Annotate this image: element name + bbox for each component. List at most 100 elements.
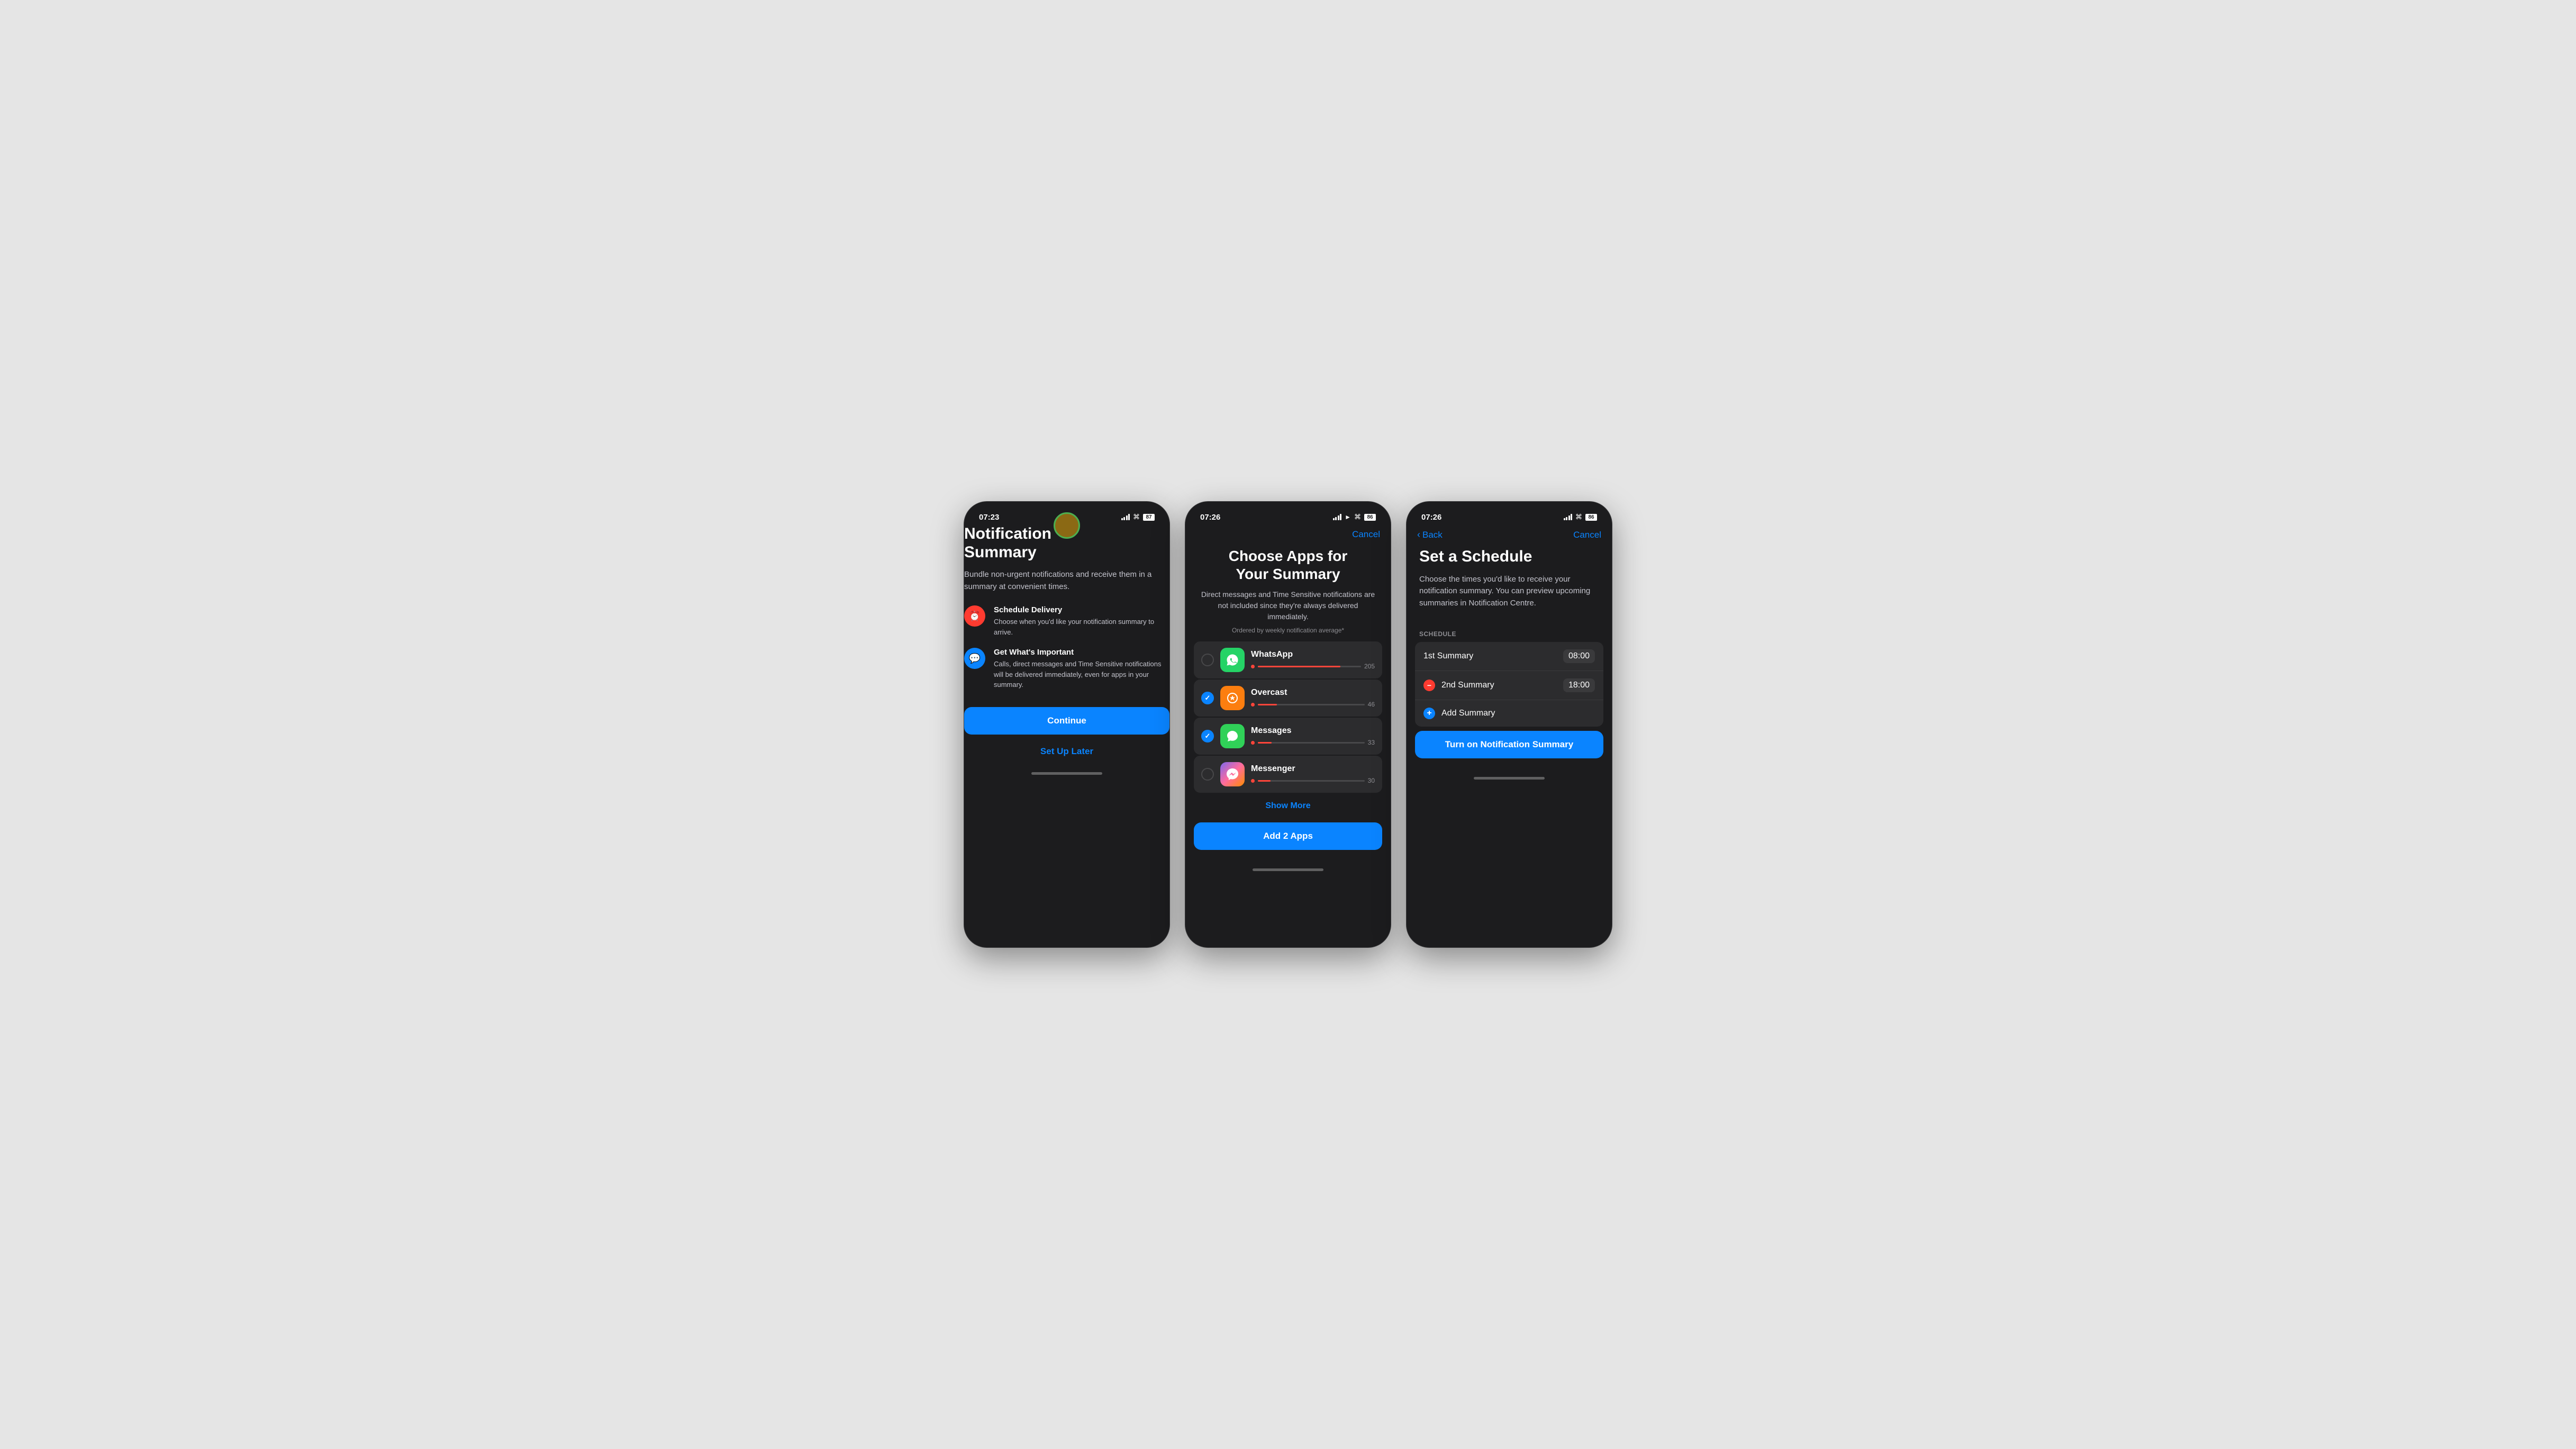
overcast-bar-fill: [1258, 704, 1277, 705]
setup-later-button[interactable]: Set Up Later: [964, 742, 1169, 761]
cancel-button-2[interactable]: Cancel: [1352, 529, 1380, 540]
phone1-subtitle: Bundle non-urgent notifications and rece…: [964, 569, 1169, 593]
summary-row-2[interactable]: − 2nd Summary 18:00: [1415, 671, 1603, 700]
summary-2-time[interactable]: 18:00: [1563, 678, 1595, 692]
messages-bar-dot: [1251, 741, 1255, 745]
battery-2: 86: [1364, 514, 1376, 521]
avatar: [1054, 512, 1080, 539]
bottom-area-3: Turn on Notification Summary: [1407, 727, 1612, 766]
overcast-name: Overcast: [1251, 688, 1375, 698]
important-text: Get What's Important Calls, direct messa…: [994, 648, 1169, 690]
location-icon: ►: [1345, 513, 1351, 521]
overcast-checkbox[interactable]: [1201, 692, 1214, 704]
signal-icon: [1121, 514, 1130, 520]
phone-1: 07:23 ⌘ 87 Notification Summary Bundle n…: [964, 501, 1170, 948]
whatsapp-checkbox[interactable]: [1201, 654, 1214, 666]
summary-1-time[interactable]: 08:00: [1563, 649, 1595, 663]
messages-checkbox[interactable]: [1201, 730, 1214, 742]
messenger-info: Messenger 30: [1251, 764, 1375, 784]
phone2-title: Choose Apps for Your Summary: [1185, 547, 1391, 583]
time-1: 07:23: [979, 513, 999, 522]
battery-1: 87: [1143, 514, 1155, 521]
overcast-icon: [1220, 686, 1245, 710]
phone2-content: Cancel Choose Apps for Your Summary Dire…: [1185, 525, 1391, 857]
schedule-title: Schedule Delivery: [994, 605, 1169, 614]
messenger-checkbox[interactable]: [1201, 768, 1214, 781]
add-summary-row[interactable]: + Add Summary: [1415, 700, 1603, 727]
back-label: Back: [1422, 530, 1443, 540]
whatsapp-count: 205: [1364, 663, 1375, 670]
summary-2-label: 2nd Summary: [1441, 681, 1557, 690]
app-row-messenger[interactable]: Messenger 30: [1194, 756, 1382, 793]
phone-2: 07:26 ► ⌘ 86 Cancel Choose Apps for Your…: [1185, 501, 1391, 948]
summary-row-1[interactable]: 1st Summary 08:00: [1415, 642, 1603, 671]
schedule-section-label: SCHEDULE: [1407, 622, 1612, 642]
whatsapp-bar-track: [1258, 666, 1361, 667]
continue-button[interactable]: Continue: [964, 707, 1169, 735]
wifi-icon: ⌘: [1133, 513, 1140, 521]
messages-icon: [1220, 724, 1245, 748]
add-apps-button[interactable]: Add 2 Apps: [1194, 822, 1382, 850]
whatsapp-name: WhatsApp: [1251, 650, 1375, 659]
home-bar: [1031, 772, 1102, 775]
app-row-whatsapp[interactable]: WhatsApp 205: [1194, 641, 1382, 678]
important-title: Get What's Important: [994, 648, 1169, 657]
phone3-title: Set a Schedule: [1419, 548, 1599, 566]
feature-schedule: ⏰ Schedule Delivery Choose when you'd li…: [964, 605, 1169, 637]
messenger-name: Messenger: [1251, 764, 1375, 774]
messages-bar-row: 33: [1251, 739, 1375, 746]
important-desc: Calls, direct messages and Time Sensitiv…: [994, 659, 1169, 690]
battery-3: 86: [1585, 514, 1597, 521]
back-button[interactable]: ‹ Back: [1417, 529, 1443, 540]
status-bar-2: 07:26 ► ⌘ 86: [1185, 502, 1391, 525]
app-row-overcast[interactable]: Overcast 46: [1194, 680, 1382, 717]
feature-important: 💬 Get What's Important Calls, direct mes…: [964, 648, 1169, 690]
overcast-info: Overcast 46: [1251, 688, 1375, 708]
bottom-area-2: Add 2 Apps: [1185, 818, 1391, 857]
messages-bar-fill: [1258, 742, 1272, 744]
messages-info: Messages 33: [1251, 726, 1375, 746]
overcast-count: 46: [1368, 701, 1375, 708]
home-indicator-2: [1185, 857, 1391, 875]
schedule-list: 1st Summary 08:00 − 2nd Summary 18:00 + …: [1415, 642, 1603, 727]
nav-bar-2: Cancel: [1185, 525, 1391, 547]
wifi-icon-3: ⌘: [1575, 513, 1582, 521]
turn-on-button[interactable]: Turn on Notification Summary: [1415, 731, 1603, 758]
remove-summary-2-button[interactable]: −: [1423, 680, 1435, 691]
messenger-bar-track: [1258, 780, 1365, 782]
add-summary-label: Add Summary: [1441, 709, 1595, 718]
phone3-subtitle: Choose the times you'd like to receive y…: [1419, 574, 1599, 610]
ordered-label: Ordered by weekly notification average*: [1185, 627, 1391, 634]
messenger-icon: [1220, 762, 1245, 786]
messenger-bar-row: 30: [1251, 777, 1375, 784]
messenger-bar-fill: [1258, 780, 1271, 782]
status-icons-1: ⌘ 87: [1121, 513, 1155, 521]
important-icon: 💬: [964, 648, 985, 669]
phone-3: 07:26 ⌘ 86 ‹ Back Cancel Set a Schedule …: [1406, 501, 1612, 948]
schedule-desc: Choose when you'd like your notification…: [994, 617, 1169, 637]
whatsapp-bar-row: 205: [1251, 663, 1375, 670]
wifi-icon-2: ⌘: [1354, 513, 1361, 521]
show-more-button[interactable]: Show More: [1185, 794, 1391, 818]
app-row-messages[interactable]: Messages 33: [1194, 718, 1382, 755]
schedule-text: Schedule Delivery Choose when you'd like…: [994, 605, 1169, 637]
signal-icon-3: [1564, 514, 1573, 520]
messages-name: Messages: [1251, 726, 1375, 736]
messenger-count: 30: [1368, 777, 1375, 784]
signal-icon-2: [1333, 514, 1342, 520]
home-indicator-3: [1407, 766, 1612, 784]
time-2: 07:26: [1200, 513, 1220, 522]
add-summary-icon: +: [1423, 708, 1435, 719]
cancel-button-3[interactable]: Cancel: [1573, 530, 1601, 540]
phone3-body: Set a Schedule Choose the times you'd li…: [1407, 548, 1612, 609]
overcast-bar-dot: [1251, 703, 1255, 707]
status-icons-2: ► ⌘ 86: [1333, 513, 1376, 521]
whatsapp-bar-dot: [1251, 665, 1255, 668]
status-icons-3: ⌘ 86: [1564, 513, 1598, 521]
whatsapp-bar-fill: [1258, 666, 1340, 667]
schedule-icon: ⏰: [964, 605, 985, 627]
status-bar-3: 07:26 ⌘ 86: [1407, 502, 1612, 525]
messages-bar-track: [1258, 742, 1365, 744]
overcast-bar-track: [1258, 704, 1365, 705]
home-indicator-1: [964, 761, 1169, 779]
